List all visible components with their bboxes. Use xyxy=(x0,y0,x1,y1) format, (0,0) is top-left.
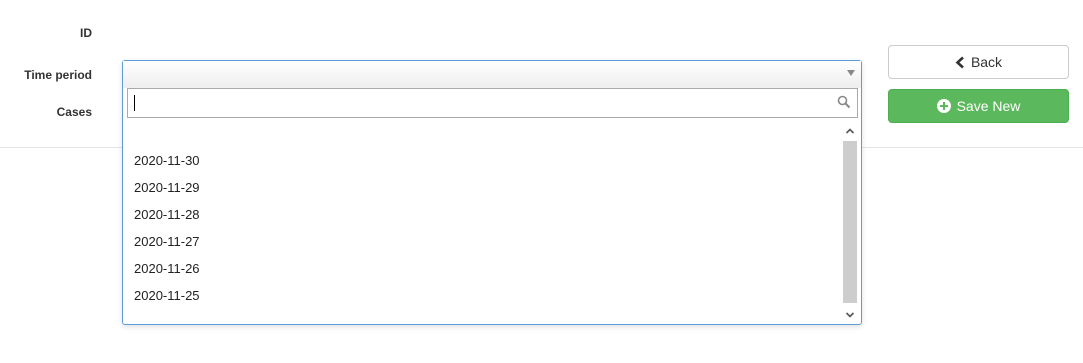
form-label-time-period: Time period xyxy=(24,68,92,82)
text-caret xyxy=(134,95,135,111)
dropdown-arrow-icon[interactable] xyxy=(847,70,855,76)
scroll-up-icon[interactable] xyxy=(842,123,858,139)
dropdown-options-list: 2020-11-30 2020-11-29 2020-11-28 2020-11… xyxy=(123,123,841,323)
dropdown-option[interactable]: 2020-11-27 xyxy=(134,232,200,252)
search-field[interactable] xyxy=(127,88,858,118)
select-header[interactable] xyxy=(123,61,861,88)
back-button-label: Back xyxy=(970,54,1003,70)
plus-circle-icon xyxy=(936,99,951,113)
chevron-left-icon xyxy=(955,56,965,69)
form-label-cases: Cases xyxy=(56,105,92,119)
back-button[interactable]: Back xyxy=(888,45,1069,79)
search-icon xyxy=(837,95,851,109)
dropdown-search-input[interactable] xyxy=(128,89,840,117)
dropdown-option[interactable]: 2020-11-28 xyxy=(134,205,200,225)
save-new-button[interactable]: Save New xyxy=(888,89,1069,123)
dropdown-option[interactable]: 2020-11-25 xyxy=(134,286,200,306)
dropdown-scrollbar[interactable] xyxy=(842,123,858,323)
form-label-id: ID xyxy=(80,26,92,40)
scrollbar-thumb[interactable] xyxy=(843,141,857,303)
save-new-button-label: Save New xyxy=(956,98,1021,114)
scroll-down-icon[interactable] xyxy=(842,307,858,323)
dropdown-option[interactable]: 2020-11-30 xyxy=(134,151,200,171)
dropdown-option[interactable]: 2020-11-26 xyxy=(134,259,200,279)
time-period-select[interactable]: 2020-11-30 2020-11-29 2020-11-28 2020-11… xyxy=(122,60,862,325)
dropdown-option[interactable]: 2020-11-29 xyxy=(134,178,200,198)
